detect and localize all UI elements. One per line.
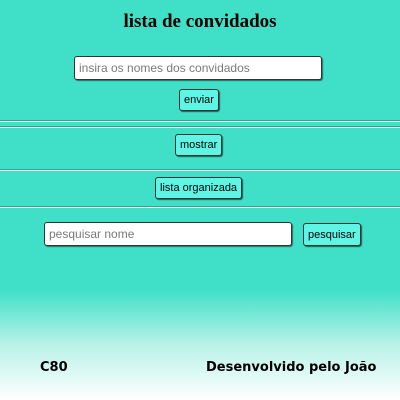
search-button[interactable]: pesquisar (303, 223, 361, 246)
page-title: lista de convidados (123, 11, 277, 32)
search-input[interactable] (44, 222, 292, 246)
footer-credits: Desenvolvido pelo João (206, 360, 377, 375)
guest-name-input[interactable] (74, 56, 322, 80)
section-divider (0, 126, 400, 128)
footer-code: C80 (40, 360, 68, 375)
section-divider (0, 169, 400, 171)
section-divider (0, 206, 400, 208)
submit-button[interactable]: enviar (179, 89, 219, 111)
sorted-list-button[interactable]: lista organizada (155, 177, 243, 199)
section-divider (0, 120, 400, 122)
show-list-button[interactable]: mostrar (175, 134, 223, 156)
